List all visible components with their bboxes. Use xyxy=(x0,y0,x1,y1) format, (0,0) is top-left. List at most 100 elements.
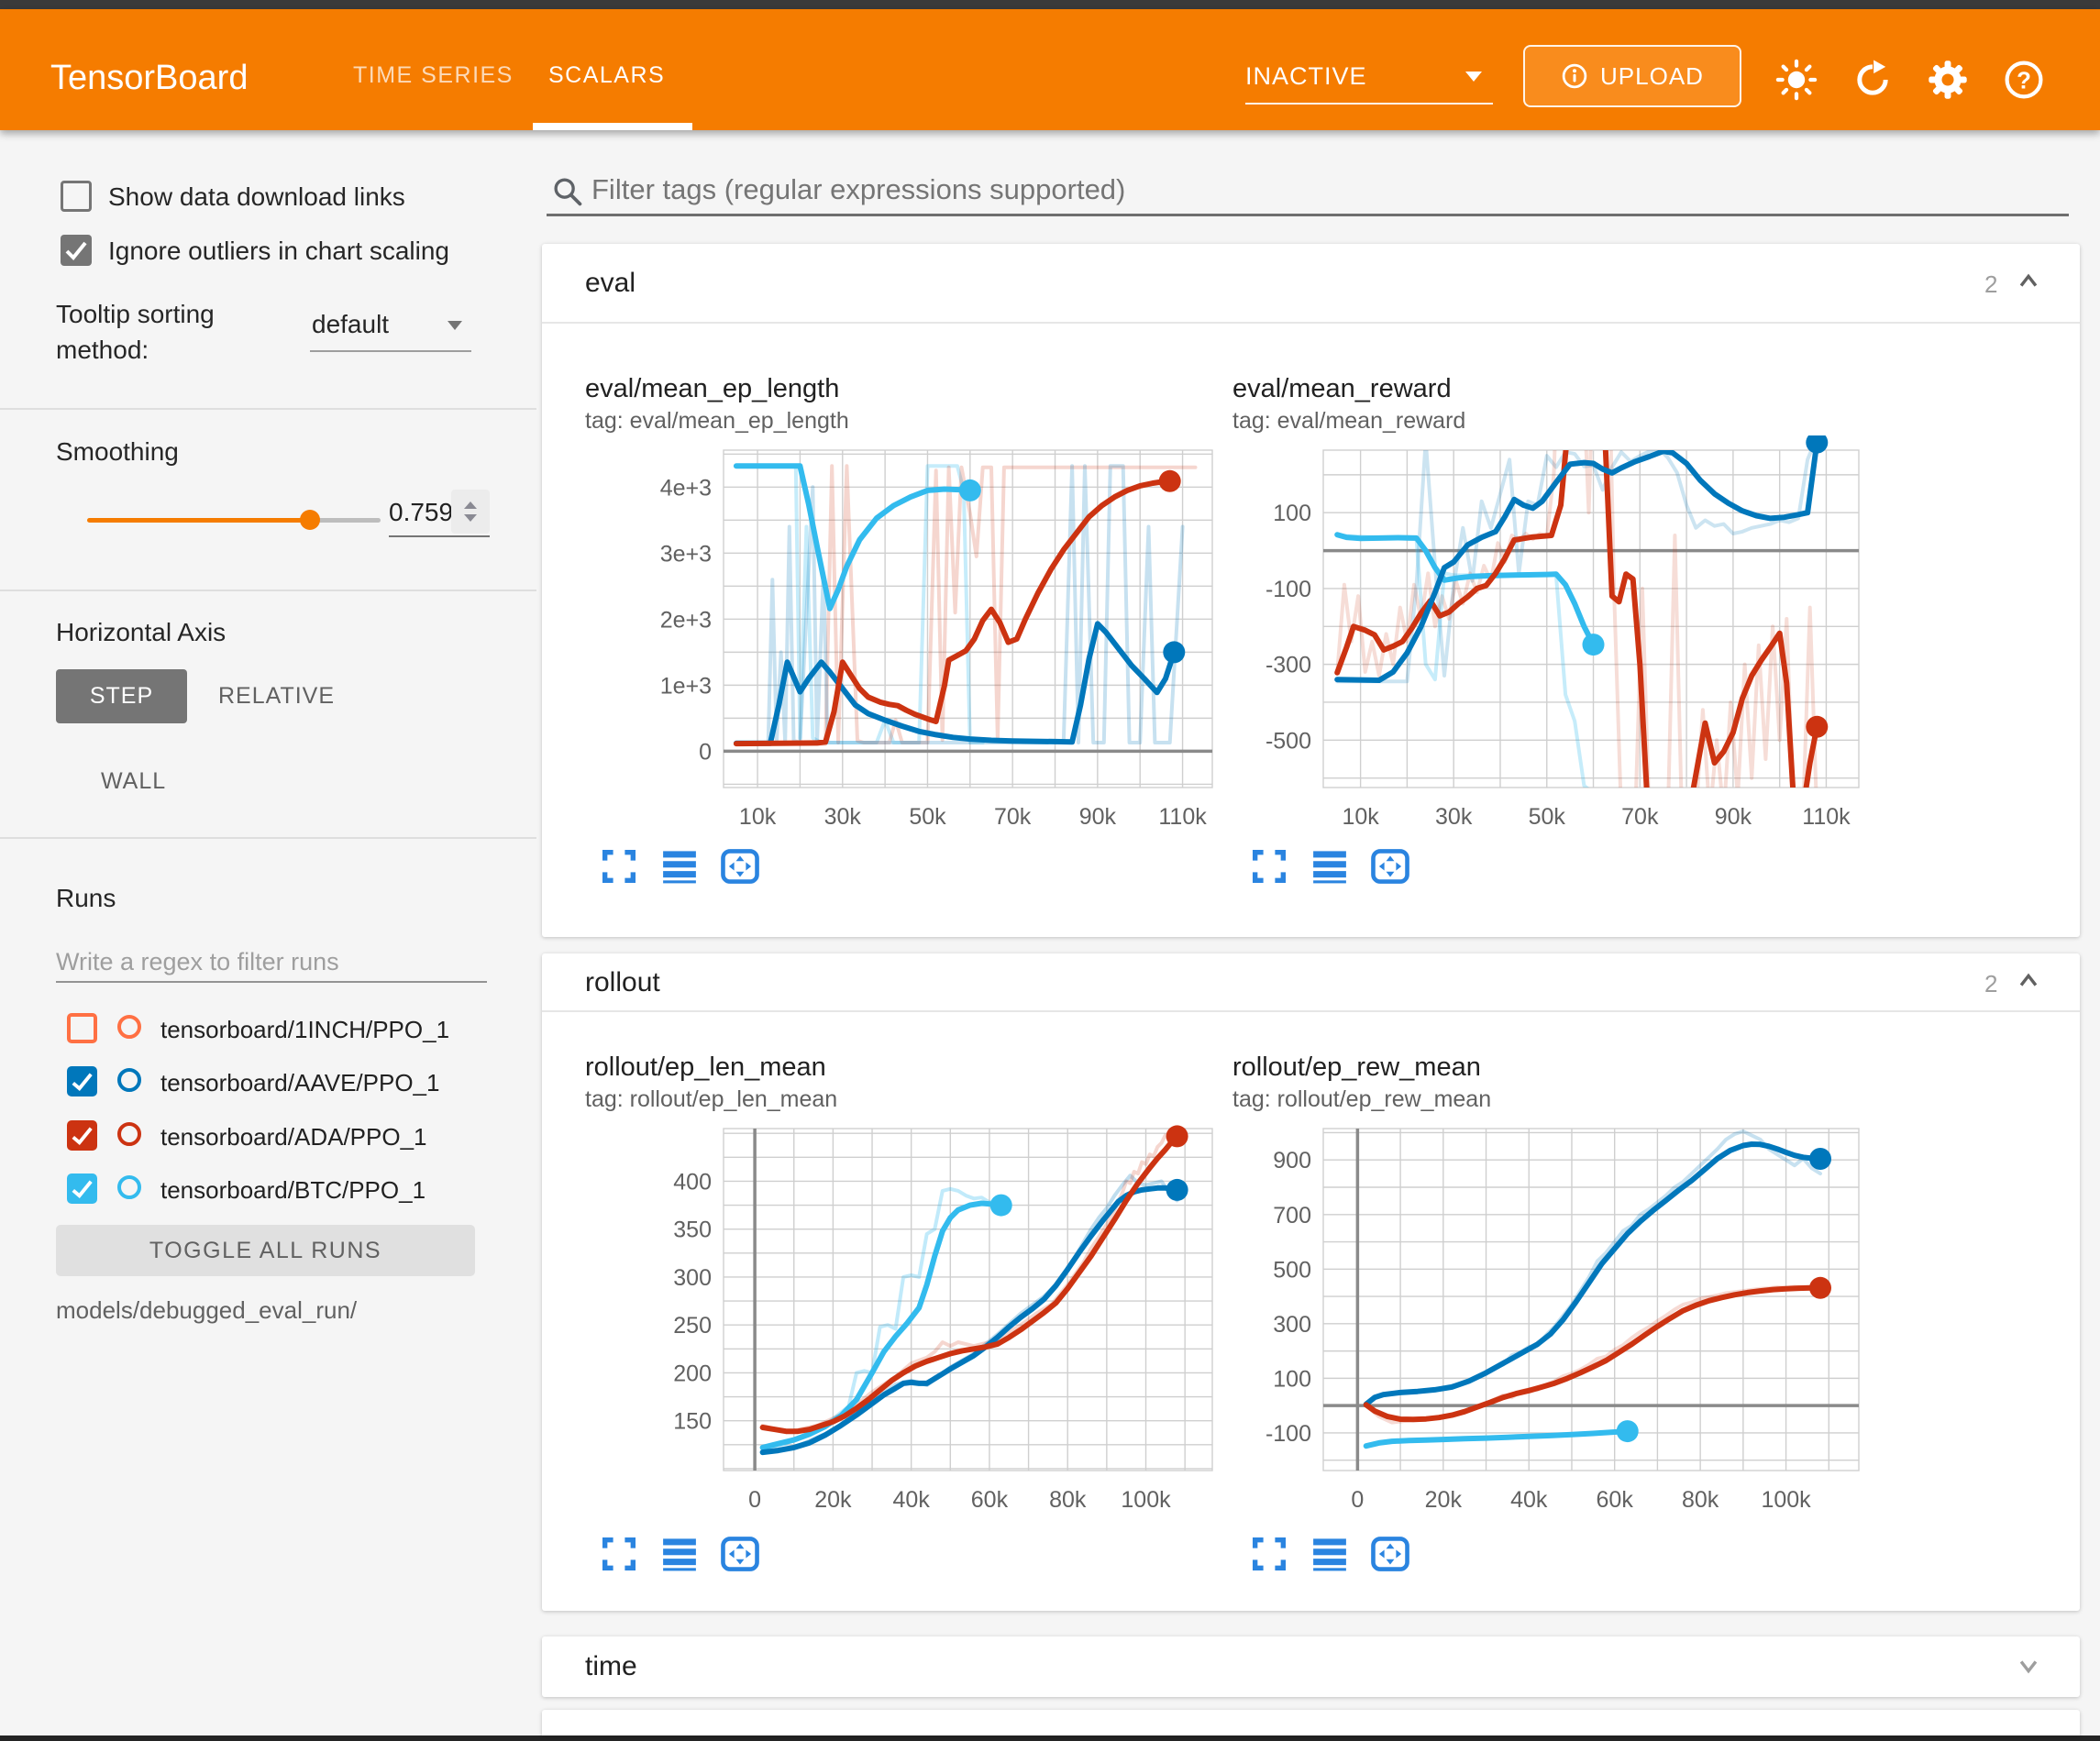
expand-icon[interactable] xyxy=(1248,1533,1290,1575)
status-dropdown-value: INACTIVE xyxy=(1245,62,1367,91)
svg-text:4e+3: 4e+3 xyxy=(660,475,712,501)
run-color-swatch xyxy=(117,1068,141,1092)
rollout-section-header[interactable]: rollout 2 xyxy=(542,953,2080,1012)
axis-wall-button[interactable]: WALL xyxy=(101,768,166,795)
svg-text:100: 100 xyxy=(1273,1366,1311,1392)
ignore-outliers-checkbox[interactable] xyxy=(61,235,92,266)
run-row[interactable]: tensorboard/ADA/PPO_1 xyxy=(0,1120,536,1166)
smoothing-slider[interactable] xyxy=(87,510,381,530)
run-label: tensorboard/1INCH/PPO_1 xyxy=(160,1016,449,1044)
svg-text:200: 200 xyxy=(673,1361,712,1386)
tooltip-sorting-value: default xyxy=(312,310,389,339)
show-data-download-links-checkbox[interactable] xyxy=(61,181,92,212)
data-table-icon[interactable] xyxy=(1309,845,1351,887)
svg-text:700: 700 xyxy=(1273,1203,1311,1229)
run-row[interactable]: tensorboard/1INCH/PPO_1 xyxy=(0,1013,536,1059)
run-color-swatch xyxy=(117,1015,141,1039)
tooltip-sorting-dropdown[interactable]: default xyxy=(310,306,471,350)
run-label: tensorboard/BTC/PPO_1 xyxy=(160,1176,426,1205)
check-icon xyxy=(67,1120,97,1151)
time-section-header[interactable]: time xyxy=(542,1636,2080,1697)
app-header: TensorBoard TIME SERIES SCALARS INACTIVE… xyxy=(0,9,2100,130)
slider-track-rest xyxy=(310,518,381,523)
svg-text:110k: 110k xyxy=(1158,804,1207,830)
chevron-up-icon[interactable] xyxy=(2013,965,2044,997)
fit-to-view-icon[interactable] xyxy=(719,1533,761,1575)
tab-scalars[interactable]: SCALARS xyxy=(548,62,665,89)
run-label: tensorboard/AAVE/PPO_1 xyxy=(160,1069,439,1097)
svg-text:3e+3: 3e+3 xyxy=(660,541,712,567)
chart-toolbar xyxy=(1248,1533,1411,1575)
smoothing-stepper[interactable] xyxy=(451,490,490,534)
runs-label: Runs xyxy=(56,884,116,913)
svg-text:0: 0 xyxy=(748,1487,761,1513)
tab-time-series[interactable]: TIME SERIES xyxy=(353,62,514,89)
upload-button[interactable]: UPLOAD xyxy=(1523,45,1741,107)
run-checkbox[interactable] xyxy=(67,1120,97,1151)
chart-rollout-ep-len-mean[interactable]: 020k40k60k80k100k150200250300350400 xyxy=(642,1114,1247,1531)
runs-filter-input[interactable] xyxy=(56,942,487,983)
svg-text:-100: -100 xyxy=(1266,1421,1311,1447)
svg-text:40k: 40k xyxy=(893,1487,931,1513)
check-icon xyxy=(61,235,92,266)
data-table-icon[interactable] xyxy=(1309,1533,1351,1575)
chevron-down-icon xyxy=(448,321,462,330)
svg-text:100k: 100k xyxy=(1761,1487,1811,1513)
run-row[interactable]: tensorboard/BTC/PPO_1 xyxy=(0,1174,536,1219)
svg-text:2e+3: 2e+3 xyxy=(660,607,712,633)
chart-title: rollout/ep_rew_mean xyxy=(1232,1052,1481,1083)
svg-text:350: 350 xyxy=(673,1218,712,1243)
chart-title: eval/mean_ep_length xyxy=(585,374,839,404)
svg-text:30k: 30k xyxy=(1435,804,1473,830)
chart-toolbar xyxy=(598,845,761,887)
svg-text:10k: 10k xyxy=(739,804,777,830)
window-chrome-top xyxy=(0,0,2100,9)
run-row[interactable]: tensorboard/AAVE/PPO_1 xyxy=(0,1066,536,1112)
run-checkbox[interactable] xyxy=(67,1013,97,1043)
dropdown-underline xyxy=(310,350,471,352)
smoothing-value-input[interactable] xyxy=(389,493,451,532)
toggle-all-runs-button[interactable]: TOGGLE ALL RUNS xyxy=(56,1225,475,1276)
slider-track-filled xyxy=(87,518,310,523)
svg-text:0: 0 xyxy=(1351,1487,1364,1513)
chevron-up-icon[interactable] xyxy=(2013,266,2044,297)
expand-icon[interactable] xyxy=(598,1533,640,1575)
data-table-icon[interactable] xyxy=(658,1533,701,1575)
eval-section-header[interactable]: eval 2 xyxy=(542,244,2080,324)
chart-rollout-ep-rew-mean[interactable]: 020k40k60k80k100k-100100300500700900 xyxy=(1238,1114,1880,1531)
expand-icon[interactable] xyxy=(1248,845,1290,887)
chart-eval-mean-reward[interactable]: 10k30k50k70k90k110k100-100-300-500 xyxy=(1238,435,1880,843)
time-section-card: time xyxy=(542,1636,2080,1697)
axis-step-button[interactable]: STEP xyxy=(56,669,187,723)
stepper-down-icon xyxy=(464,514,477,522)
chart-eval-mean-ep-length[interactable]: 10k30k50k70k90k110k01e+32e+33e+34e+3 xyxy=(642,435,1247,843)
svg-text:?: ? xyxy=(2017,69,2031,94)
tooltip-sorting-label-line2: method: xyxy=(56,336,149,365)
chevron-down-icon[interactable] xyxy=(2013,1650,2044,1681)
filter-tags-input[interactable] xyxy=(591,168,2068,212)
slider-handle[interactable] xyxy=(300,510,320,530)
svg-text:90k: 90k xyxy=(1715,804,1752,830)
expand-icon[interactable] xyxy=(598,845,640,887)
fit-to-view-icon[interactable] xyxy=(1369,845,1411,887)
svg-text:70k: 70k xyxy=(1621,804,1659,830)
tooltip-sorting-label-line1: Tooltip sorting xyxy=(56,300,215,329)
data-table-icon[interactable] xyxy=(658,845,701,887)
help-icon[interactable]: ? xyxy=(2003,59,2045,101)
svg-text:70k: 70k xyxy=(994,804,1032,830)
brightness-icon[interactable] xyxy=(1775,59,1818,101)
status-dropdown[interactable]: INACTIVE xyxy=(1245,57,1493,105)
refresh-icon[interactable] xyxy=(1851,59,1894,101)
run-checkbox[interactable] xyxy=(67,1174,97,1204)
svg-text:300: 300 xyxy=(673,1265,712,1291)
chart-title: eval/mean_reward xyxy=(1232,374,1452,404)
fit-to-view-icon[interactable] xyxy=(719,845,761,887)
svg-text:110k: 110k xyxy=(1802,804,1851,830)
fit-to-view-icon[interactable] xyxy=(1369,1533,1411,1575)
check-icon xyxy=(67,1174,97,1204)
run-checkbox[interactable] xyxy=(67,1066,97,1096)
run-label: tensorboard/ADA/PPO_1 xyxy=(160,1123,427,1151)
axis-relative-button[interactable]: RELATIVE xyxy=(218,683,335,710)
smoothing-label: Smoothing xyxy=(56,437,179,467)
settings-icon[interactable] xyxy=(1927,59,1969,101)
